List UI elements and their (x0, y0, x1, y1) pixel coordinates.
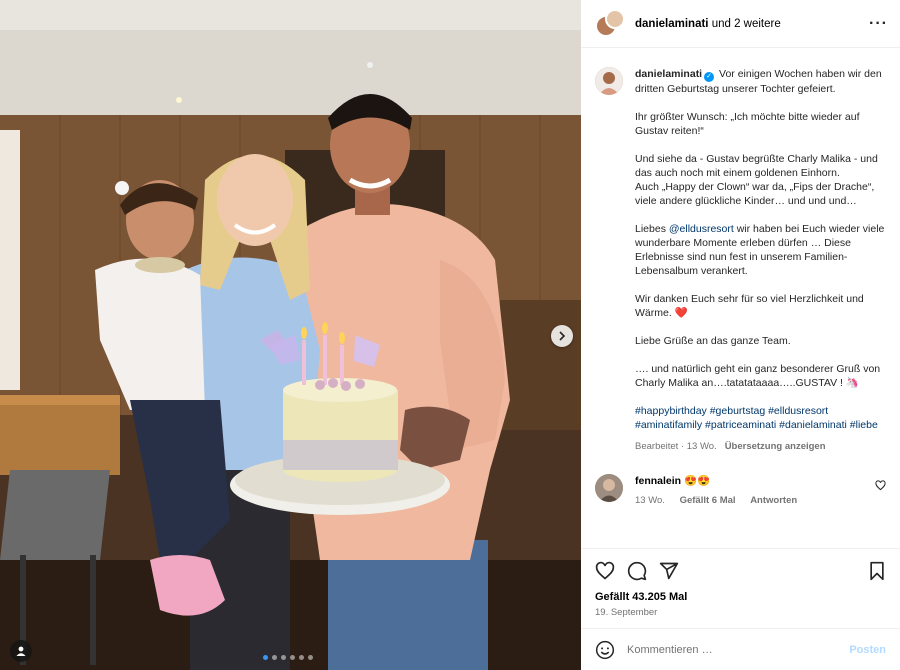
translate-button[interactable]: Übersetzung anzeigen (725, 441, 826, 452)
post-photo[interactable] (0, 0, 581, 670)
user-tags-button[interactable] (10, 640, 32, 662)
post-header: danielaminati und 2 weitere ··· (581, 0, 900, 48)
post-caption: danielaminati ✓ Vor einigen Wochen haben … (635, 67, 886, 454)
post-date: 19. September (595, 607, 658, 618)
caption-paragraph: Wir danken Euch sehr für so viel Herzlic… (635, 293, 864, 319)
family-birthday-photo (0, 0, 581, 670)
emoji-button[interactable] (595, 640, 615, 660)
comment-likes[interactable]: Gefällt 6 Mal (680, 495, 736, 506)
carousel-dot (299, 655, 304, 660)
comment-body: fennalein 😍😍 13 Wo. Gefällt 6 Mal Antwor… (635, 474, 875, 506)
carousel-dot (281, 655, 286, 660)
comments-scroll-area[interactable]: danielaminati ✓ Vor einigen Wochen haben … (581, 49, 900, 547)
avatar[interactable] (595, 67, 623, 95)
carousel-dot (290, 655, 295, 660)
collaborators-text[interactable]: und 2 weitere (712, 18, 781, 30)
avatar (605, 8, 625, 29)
hashtags[interactable]: #happybirthday #geburtstag #elldusresort… (635, 404, 886, 432)
caption-username[interactable]: danielaminati (635, 68, 702, 80)
action-icons (595, 559, 886, 583)
emoji-icon (595, 640, 615, 659)
comment-age: 13 Wo. (635, 495, 665, 506)
verified-icon: ✓ (704, 72, 715, 82)
share-icon (659, 562, 679, 580)
heart-icon (875, 480, 886, 491)
next-slide-button[interactable] (551, 325, 573, 347)
author-username[interactable]: danielaminati (635, 18, 709, 30)
carousel-dot (263, 655, 268, 660)
caption-meta: Bearbeitet · 13 Wo. Übersetzung anzeigen (635, 440, 886, 454)
comment-input[interactable] (627, 643, 850, 656)
share-button[interactable] (659, 561, 679, 581)
caption-text: Und siehe da - Gustav begrüßte Charly Ma… (635, 153, 878, 179)
reply-button[interactable]: Antworten (750, 495, 797, 506)
more-icon[interactable]: ··· (869, 15, 888, 33)
instagram-post-modal: danielaminati und 2 weitere ··· danielam… (0, 0, 900, 670)
caption-paragraph: Und siehe da - Gustav begrüßte Charly Ma… (635, 152, 886, 208)
comment-text: 😍😍 (681, 475, 711, 487)
post-side-panel: danielaminati und 2 weitere ··· danielam… (581, 0, 900, 670)
caption-paragraph: …. und natürlich geht ein ganz besondere… (635, 363, 881, 389)
caption-paragraph: Liebe Grüße an das ganze Team. (635, 335, 791, 347)
carousel-indicator (263, 655, 313, 660)
like-button[interactable] (595, 561, 615, 581)
likes-count[interactable]: Gefällt 43.205 Mal (595, 591, 886, 603)
mention-link[interactable]: @elldusresort (669, 223, 734, 235)
caption-paragraph: Ihr größter Wunsch: „Ich möchte bitte wi… (635, 111, 860, 137)
comment-meta: 13 Wo. Gefällt 6 Mal Antworten (635, 495, 875, 506)
avatar-image (595, 474, 623, 502)
avatar-image (595, 67, 623, 95)
heart-icon (595, 561, 615, 580)
comment-item: fennalein 😍😍 13 Wo. Gefällt 6 Mal Antwor… (595, 474, 886, 506)
caption-paragraph: Liebes @elldusresort wir haben bei Euch … (635, 222, 886, 278)
edited-timestamp: Bearbeitet · 13 Wo. (635, 441, 717, 452)
collaborator-avatars[interactable] (595, 8, 625, 39)
carousel-dot (272, 655, 277, 660)
user-tag-icon (16, 646, 26, 656)
caption-text: Liebes (635, 223, 669, 235)
post-comment-button[interactable]: Posten (849, 644, 886, 656)
comment-username[interactable]: fennalein (635, 475, 681, 487)
caption-row: danielaminati ✓ Vor einigen Wochen haben … (595, 67, 886, 454)
post-author[interactable]: danielaminati und 2 weitere (635, 18, 869, 30)
comment-like-button[interactable] (875, 478, 886, 506)
avatar[interactable] (595, 474, 623, 502)
caption-paragraph: danielaminati ✓ Vor einigen Wochen haben … (635, 67, 886, 96)
comment-button[interactable] (627, 561, 647, 581)
chevron-right-icon (559, 331, 566, 341)
caption-text: Auch „Happy der Clown“ war da, „Fips der… (635, 181, 875, 207)
save-button[interactable] (868, 561, 886, 581)
carousel-dot (308, 655, 313, 660)
comment-composer: Posten (581, 628, 900, 670)
bookmark-icon (870, 561, 884, 581)
comment-icon (627, 561, 647, 581)
